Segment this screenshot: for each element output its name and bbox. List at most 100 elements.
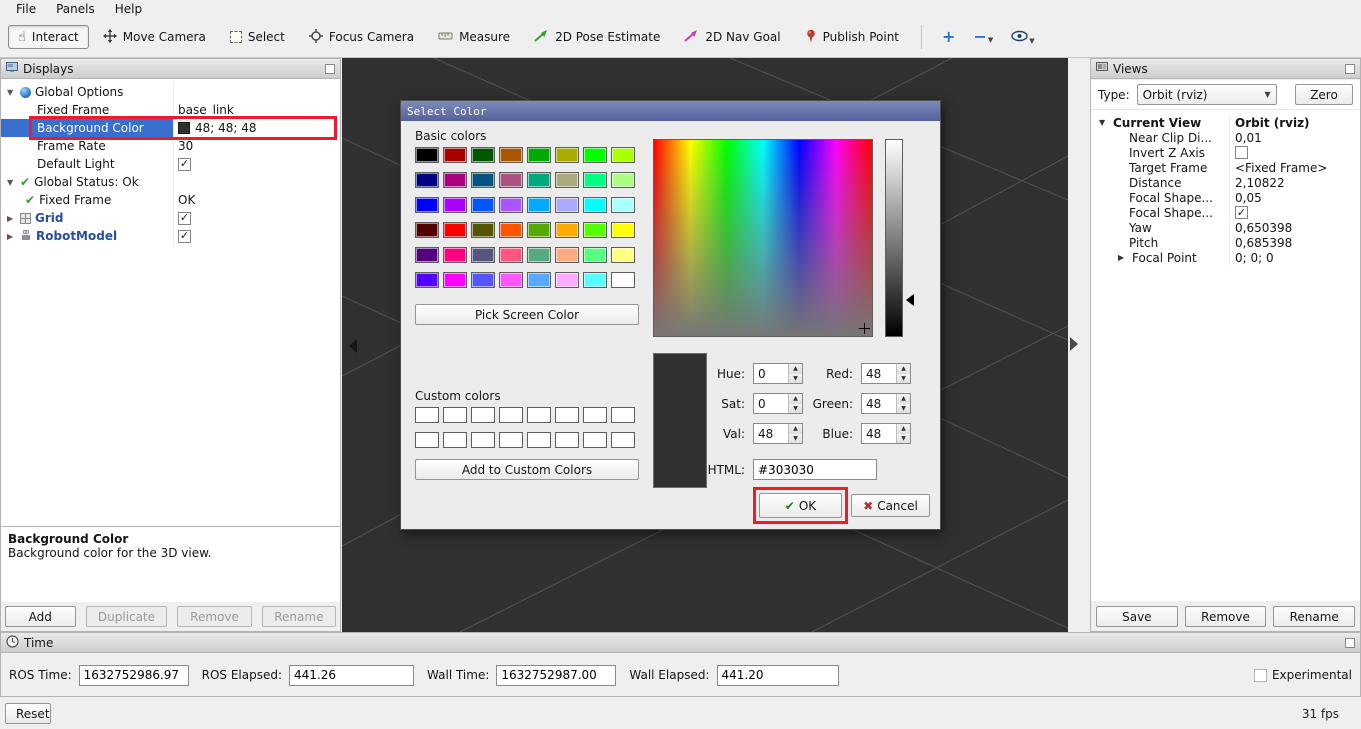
view-row-invert-z[interactable]: Invert Z Axis	[1091, 145, 1360, 160]
tree-row-fixed-frame[interactable]: Fixed Frame base_link	[1, 101, 340, 119]
spin-up-icon[interactable]: ▲	[789, 364, 802, 374]
custom-color-swatch[interactable]	[443, 432, 467, 448]
color-swatch[interactable]	[178, 122, 190, 134]
basic-color-swatch[interactable]	[555, 222, 579, 238]
basic-color-swatch[interactable]	[583, 272, 607, 288]
zoom-out-button[interactable]: − ▼	[967, 27, 999, 47]
pick-screen-color-button[interactable]: Pick Screen Color	[415, 304, 639, 325]
expander-down-icon[interactable]: ▼	[7, 88, 16, 97]
wall-elapsed-input[interactable]	[717, 665, 839, 686]
tree-row-frame-rate[interactable]: Frame Rate 30	[1, 137, 340, 155]
spin-down-icon[interactable]: ▼	[789, 434, 802, 444]
basic-color-swatch[interactable]	[527, 272, 551, 288]
view-row-current-view[interactable]: ▼Current View Orbit (rviz)	[1091, 115, 1360, 130]
save-button[interactable]: Save	[1096, 606, 1178, 627]
spin-down-icon[interactable]: ▼	[897, 404, 910, 414]
basic-color-swatch[interactable]	[471, 172, 495, 188]
custom-color-swatch[interactable]	[527, 407, 551, 423]
basic-color-swatch[interactable]	[611, 272, 635, 288]
basic-color-swatch[interactable]	[499, 247, 523, 263]
basic-color-swatch[interactable]	[611, 247, 635, 263]
tool-measure[interactable]: Measure	[428, 25, 520, 50]
expander-down-icon[interactable]: ▼	[7, 178, 16, 187]
view-row-focal-shape-size[interactable]: Focal Shape... 0,05	[1091, 190, 1360, 205]
rename-button[interactable]: Rename	[1273, 606, 1355, 627]
view-row-target-frame[interactable]: Target Frame <Fixed Frame>	[1091, 160, 1360, 175]
basic-color-swatch[interactable]	[471, 222, 495, 238]
custom-color-swatch[interactable]	[611, 432, 635, 448]
expander-right-icon[interactable]: ▶	[7, 232, 16, 241]
basic-color-swatch[interactable]	[555, 197, 579, 213]
spin-down-icon[interactable]: ▼	[897, 434, 910, 444]
tool-2d-nav-goal[interactable]: 2D Nav Goal	[674, 24, 790, 51]
basic-color-swatch[interactable]	[583, 197, 607, 213]
custom-color-swatch[interactable]	[415, 407, 439, 423]
spin-up-icon[interactable]: ▲	[897, 424, 910, 434]
val-spinbox[interactable]: 48▲▼	[753, 423, 803, 444]
ros-elapsed-input[interactable]	[289, 665, 414, 686]
html-color-input[interactable]	[753, 459, 877, 480]
basic-color-swatch[interactable]	[527, 197, 551, 213]
zoom-in-button[interactable]: +	[936, 27, 961, 47]
basic-color-swatch[interactable]	[443, 197, 467, 213]
basic-color-swatch[interactable]	[611, 172, 635, 188]
view-row-focal-shape-fixed[interactable]: Focal Shape...	[1091, 205, 1360, 220]
custom-color-swatch[interactable]	[415, 432, 439, 448]
basic-color-swatch[interactable]	[415, 272, 439, 288]
add-to-custom-colors-button[interactable]: Add to Custom Colors	[415, 459, 639, 480]
panel-collapse-left-handle[interactable]	[349, 339, 357, 353]
hue-spinbox[interactable]: 0▲▼	[753, 363, 803, 384]
wall-time-input[interactable]	[496, 665, 616, 686]
tool-select[interactable]: Select	[220, 25, 295, 49]
custom-color-swatch[interactable]	[583, 407, 607, 423]
view-row-yaw[interactable]: Yaw 0,650398	[1091, 220, 1360, 235]
tree-row-fixed-frame-status[interactable]: ✔ Fixed Frame OK	[1, 191, 340, 209]
checkbox-checked[interactable]	[178, 158, 191, 171]
tool-interact[interactable]: ☝ Interact	[8, 25, 89, 49]
ros-time-input[interactable]	[79, 665, 189, 686]
tree-value[interactable]: 48; 48; 48	[195, 121, 257, 135]
tree-value[interactable]: base_link	[178, 103, 234, 117]
basic-color-swatch[interactable]	[415, 147, 439, 163]
basic-color-swatch[interactable]	[527, 222, 551, 238]
basic-color-swatch[interactable]	[611, 197, 635, 213]
value-slider[interactable]	[885, 139, 903, 337]
basic-color-swatch[interactable]	[611, 222, 635, 238]
menu-help[interactable]: Help	[107, 2, 150, 16]
custom-color-swatch[interactable]	[611, 407, 635, 423]
expander-right-icon[interactable]: ▶	[1118, 253, 1128, 262]
sat-spinbox[interactable]: 0▲▼	[753, 393, 803, 414]
basic-color-swatch[interactable]	[499, 147, 523, 163]
value-slider-arrow[interactable]	[906, 294, 914, 306]
custom-color-swatch[interactable]	[555, 432, 579, 448]
basic-color-swatch[interactable]	[583, 147, 607, 163]
basic-color-swatch[interactable]	[443, 272, 467, 288]
custom-color-swatch[interactable]	[471, 432, 495, 448]
basic-color-swatch[interactable]	[471, 147, 495, 163]
basic-color-swatch[interactable]	[555, 147, 579, 163]
tree-row-grid[interactable]: ▶ Grid	[1, 209, 340, 227]
checkbox-checked[interactable]	[178, 212, 191, 225]
basic-color-swatch[interactable]	[499, 172, 523, 188]
spin-up-icon[interactable]: ▲	[897, 364, 910, 374]
basic-color-swatch[interactable]	[415, 172, 439, 188]
tree-value[interactable]: 30	[178, 139, 193, 153]
basic-color-swatch[interactable]	[527, 172, 551, 188]
spin-up-icon[interactable]: ▲	[789, 424, 802, 434]
spin-down-icon[interactable]: ▼	[897, 374, 910, 384]
tool-move-camera[interactable]: Move Camera	[93, 24, 216, 51]
basic-color-swatch[interactable]	[583, 222, 607, 238]
view-row-near-clip[interactable]: Near Clip Di... 0,01	[1091, 130, 1360, 145]
panel-float-button[interactable]	[325, 64, 335, 74]
ok-button[interactable]: ✔ OK	[759, 493, 842, 518]
tree-row-robotmodel[interactable]: ▶ RobotModel	[1, 227, 340, 245]
spin-down-icon[interactable]: ▼	[789, 374, 802, 384]
custom-color-swatch[interactable]	[555, 407, 579, 423]
remove-button[interactable]: Remove	[177, 606, 251, 627]
basic-color-swatch[interactable]	[555, 272, 579, 288]
custom-color-swatch[interactable]	[471, 407, 495, 423]
custom-color-swatch[interactable]	[443, 407, 467, 423]
basic-color-swatch[interactable]	[527, 247, 551, 263]
blue-spinbox[interactable]: 48▲▼	[861, 423, 911, 444]
remove-button[interactable]: Remove	[1185, 606, 1267, 627]
